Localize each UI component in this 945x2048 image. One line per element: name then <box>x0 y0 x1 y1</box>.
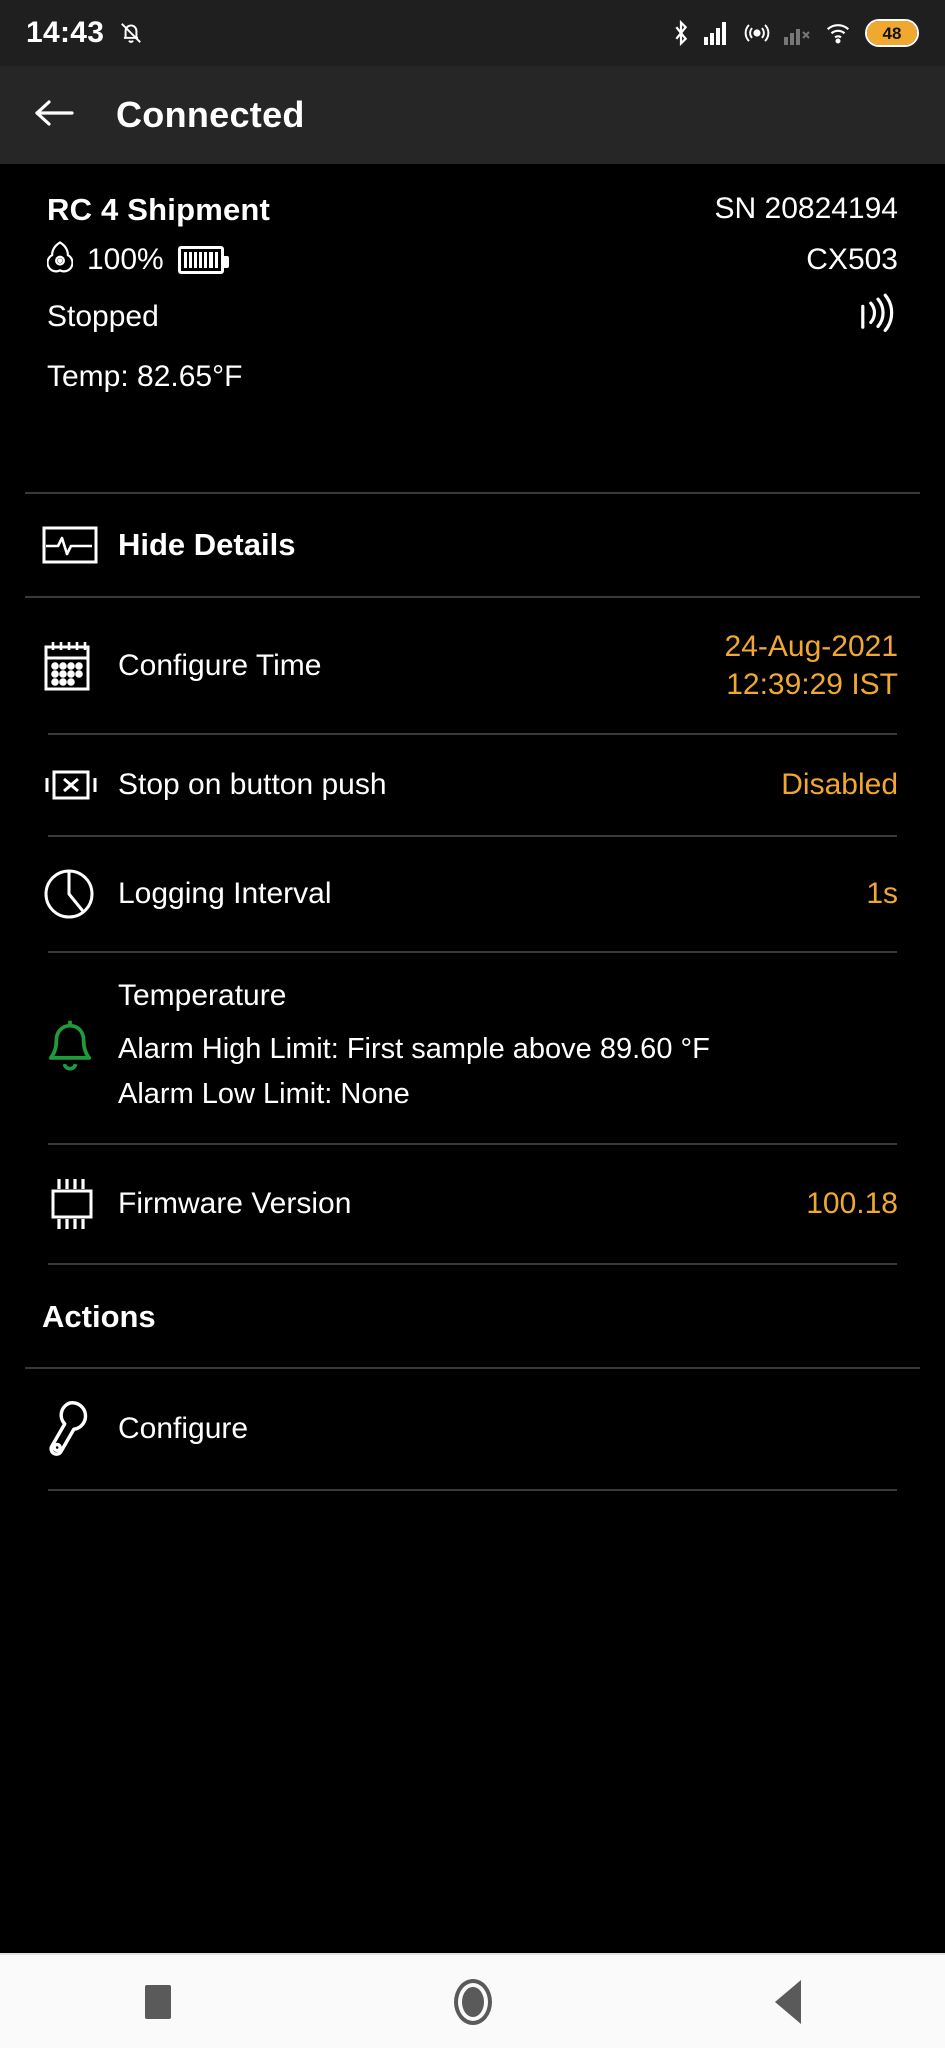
wifi-icon <box>823 20 853 46</box>
device-name: RC 4 Shipment <box>47 192 271 227</box>
scroll-content: RC 4 Shipment SN 20824194 100% CX503 Sto… <box>0 164 945 1491</box>
device-model: CX503 <box>806 242 898 276</box>
clock-icon <box>42 867 118 921</box>
device-status: Stopped <box>47 300 159 333</box>
square-recents-icon[interactable] <box>98 1954 218 2048</box>
battery-percent-label: 48 <box>882 23 902 43</box>
button-stop-icon <box>42 765 118 805</box>
actions-heading: Actions <box>42 1298 156 1334</box>
status-bar-clock: 14:43 <box>26 16 105 49</box>
firmware-version-value: 100.18 <box>806 1187 898 1221</box>
temperature-alarm-body: Temperature Alarm High Limit: First samp… <box>118 979 898 1117</box>
hide-details-toggle[interactable]: Hide Details <box>0 494 945 596</box>
bell-icon <box>42 1017 118 1079</box>
device-battery-percent: 100% <box>87 242 164 276</box>
triangle-back-icon[interactable] <box>728 1954 848 2048</box>
device-battery-group: 100% <box>46 240 229 279</box>
stop-on-button-push-value: Disabled <box>781 768 898 802</box>
device-header: RC 4 Shipment SN 20824194 100% CX503 Sto… <box>0 164 945 398</box>
status-bar-right: 48 <box>671 19 919 47</box>
signal-off-icon <box>783 20 811 46</box>
android-nav-bar <box>0 1953 945 2048</box>
logging-interval-label: Logging Interval <box>118 877 332 910</box>
calendar-icon <box>42 639 118 693</box>
back-arrow-icon[interactable] <box>32 96 76 135</box>
memory-icon <box>46 240 74 279</box>
chart-monitor-icon <box>42 524 118 566</box>
alarm-high-limit: Alarm High Limit: First sample above 89.… <box>118 1033 710 1065</box>
device-header-top: RC 4 Shipment SN 20824194 <box>47 192 898 228</box>
device-header-second: 100% CX503 <box>46 240 898 279</box>
divider-6 <box>48 1488 897 1491</box>
page-title: Connected <box>116 94 305 135</box>
bluetooth-icon <box>671 19 691 47</box>
status-bar-left: 14:43 <box>26 16 144 50</box>
bell-muted-icon <box>118 20 144 46</box>
logging-interval-row[interactable]: Logging Interval 1s <box>0 837 945 951</box>
app-bar: Connected <box>0 66 945 164</box>
chip-icon <box>42 1175 118 1233</box>
firmware-version-label: Firmware Version <box>118 1186 352 1220</box>
hide-details-label: Hide Details <box>118 527 296 562</box>
stop-on-button-push-label: Stop on button push <box>118 768 387 801</box>
battery-full-icon <box>177 245 229 274</box>
app-screen: 14:43 48 Connected RC 4 Shipment SN 2082… <box>0 0 945 2048</box>
circle-home-icon[interactable] <box>413 1954 533 2048</box>
antenna-signal-icon <box>850 292 898 345</box>
temperature-alarm-row[interactable]: Temperature Alarm High Limit: First samp… <box>0 953 945 1143</box>
temperature-alarm-title: Temperature <box>118 979 287 1012</box>
alarm-low-limit: Alarm Low Limit: None <box>118 1077 410 1110</box>
status-bar: 14:43 48 <box>0 0 945 66</box>
configure-action-label: Configure <box>118 1411 249 1445</box>
signal-bars-icon <box>703 20 731 46</box>
firmware-version-row[interactable]: Firmware Version 100.18 <box>0 1145 945 1263</box>
device-temperature: Temp: 82.65°F <box>47 359 243 393</box>
configure-time-label: Configure Time <box>118 648 322 682</box>
battery-status-icon: 48 <box>865 19 919 47</box>
device-serial: SN 20824194 <box>714 192 899 225</box>
stop-on-button-push-row[interactable]: Stop on button push Disabled <box>0 735 945 835</box>
configure-time-value: 24-Aug-2021 12:39:29 IST <box>724 630 898 701</box>
configure-time-row[interactable]: Configure Time 24-Aug-2021 12:39:29 IST <box>0 598 945 733</box>
logging-interval-value: 1s <box>866 877 898 911</box>
configure-action-row[interactable]: Configure <box>0 1369 945 1489</box>
wrench-icon <box>42 1399 118 1459</box>
hotspot-icon <box>743 20 771 46</box>
